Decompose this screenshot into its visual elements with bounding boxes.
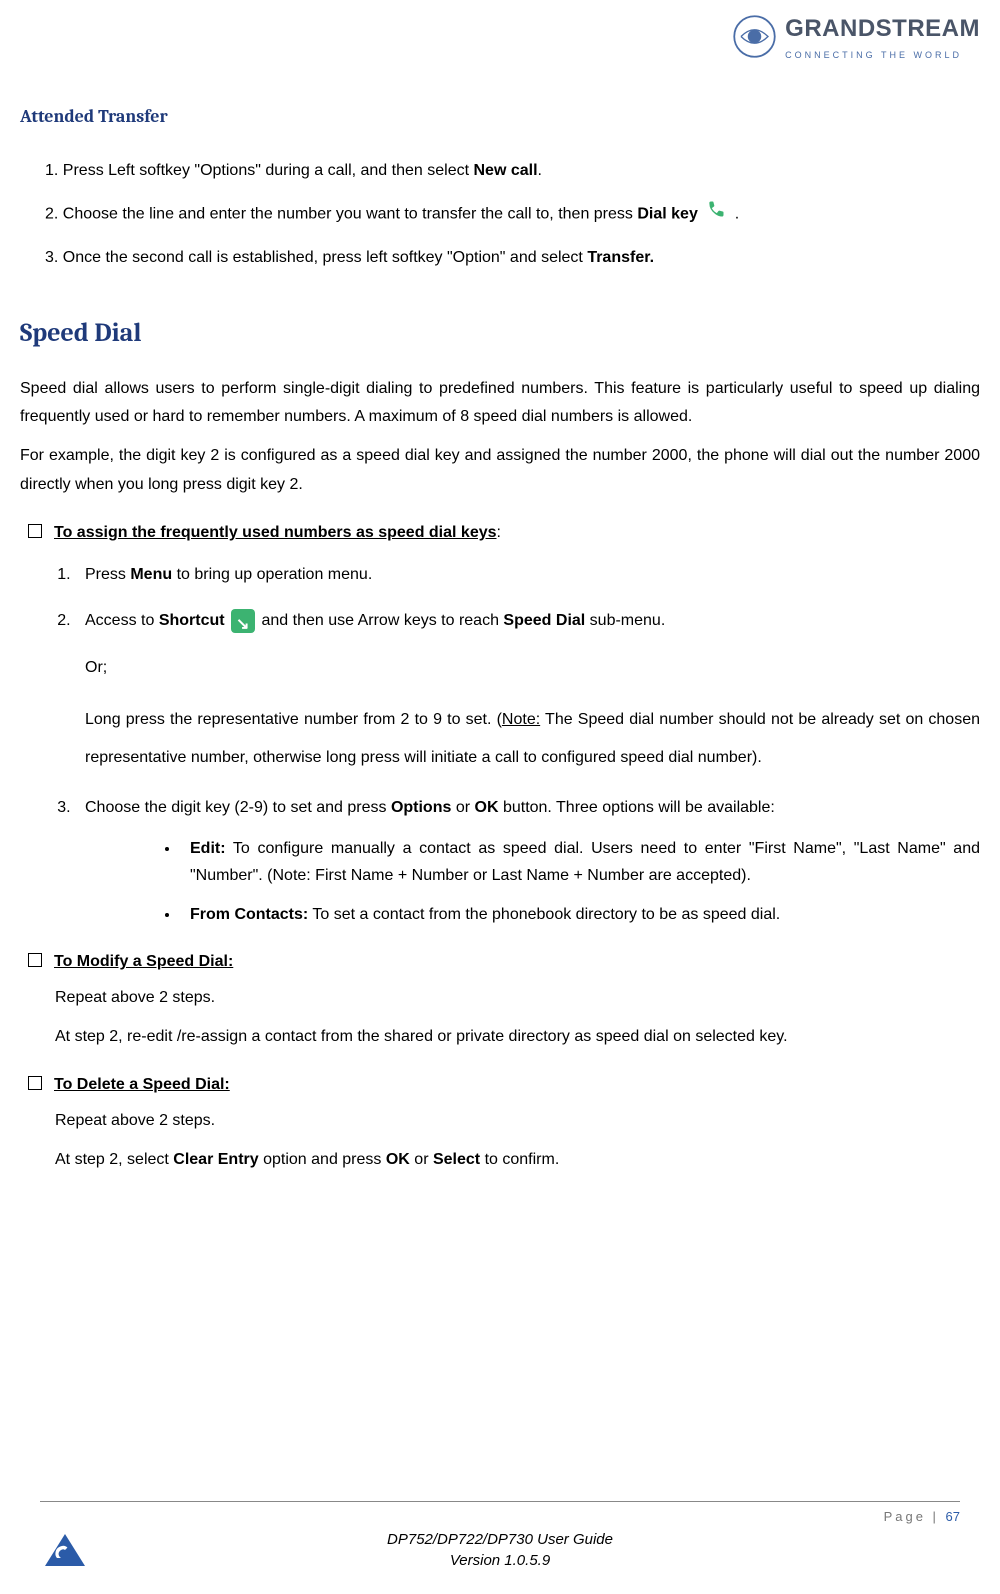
attended-step-2: 2. Choose the line and enter the number … <box>45 199 980 230</box>
page-footer: Page | 67 DP752/DP722/DP730 User Guide V… <box>40 1501 960 1590</box>
modify-line-1: Repeat above 2 steps. <box>55 984 980 1013</box>
modify-section: To Modify a Speed Dial: <box>20 949 980 975</box>
attended-transfer-steps: 1. Press Left softkey "Options" during a… <box>20 157 980 273</box>
modify-line-2: At step 2, re-edit /re-assign a contact … <box>55 1023 980 1052</box>
page-header: GRANDSTREAM CONNECTING THE WORLD <box>0 10 1000 83</box>
speed-dial-heading: Speed Dial <box>20 313 980 355</box>
assign-step-2: Access to Shortcut and then use Arrow ke… <box>75 606 980 778</box>
assign-step-1: Press Menu to bring up operation menu. <box>75 560 980 590</box>
delete-header: To Delete a Speed Dial: <box>54 1076 230 1093</box>
brand-tagline: CONNECTING THE WORLD <box>785 48 980 62</box>
assign-header: To assign the frequently used numbers as… <box>54 524 497 541</box>
assign-steps-list: Press Menu to bring up operation menu. A… <box>20 560 980 928</box>
attended-step-3: 3. Once the second call is established, … <box>45 244 980 273</box>
delete-line-1: Repeat above 2 steps. <box>55 1107 980 1136</box>
attended-step-1: 1. Press Left softkey "Options" during a… <box>45 157 980 186</box>
assign-step-2-longpress: Long press the representative number fro… <box>85 701 980 778</box>
modify-header: To Modify a Speed Dial: <box>54 953 233 970</box>
footer-doc-info: DP752/DP722/DP730 User Guide Version 1.0… <box>387 1529 613 1571</box>
delete-body: Repeat above 2 steps. At step 2, select … <box>20 1107 980 1175</box>
option-edit: Edit: To configure manually a contact as… <box>180 835 980 889</box>
footer-version: Version 1.0.5.9 <box>387 1550 613 1571</box>
dial-key-phone-icon <box>704 199 728 230</box>
assign-step-3: Choose the digit key (2-9) to set and pr… <box>75 793 980 929</box>
attended-transfer-heading: Attended Transfer <box>20 103 980 132</box>
assign-options-list: Edit: To configure manually a contact as… <box>85 835 980 929</box>
brand-name: GRANDSTREAM <box>785 10 980 48</box>
checkbox-bullet-icon <box>28 953 42 967</box>
assign-step-2-or: Or; <box>85 654 980 683</box>
speed-dial-intro-2: For example, the digit key 2 is configur… <box>20 442 980 500</box>
delete-section: To Delete a Speed Dial: <box>20 1072 980 1098</box>
checkbox-bullet-icon <box>28 524 42 538</box>
checkbox-bullet-icon <box>28 1076 42 1090</box>
footer-doc-title: DP752/DP722/DP730 User Guide <box>387 1529 613 1550</box>
page-number: Page | 67 <box>40 1507 960 1528</box>
shortcut-icon <box>231 609 255 633</box>
assign-section: To assign the frequently used numbers as… <box>20 520 980 546</box>
footer-logo-icon <box>40 1530 90 1570</box>
speed-dial-intro-1: Speed dial allows users to perform singl… <box>20 375 980 433</box>
delete-line-2: At step 2, select Clear Entry option and… <box>55 1146 980 1175</box>
brand-logo: GRANDSTREAM CONNECTING THE WORLD <box>732 10 980 63</box>
grandstream-logo-icon <box>732 14 777 59</box>
option-from-contacts: From Contacts: To set a contact from the… <box>180 901 980 928</box>
modify-body: Repeat above 2 steps. At step 2, re-edit… <box>20 984 980 1052</box>
